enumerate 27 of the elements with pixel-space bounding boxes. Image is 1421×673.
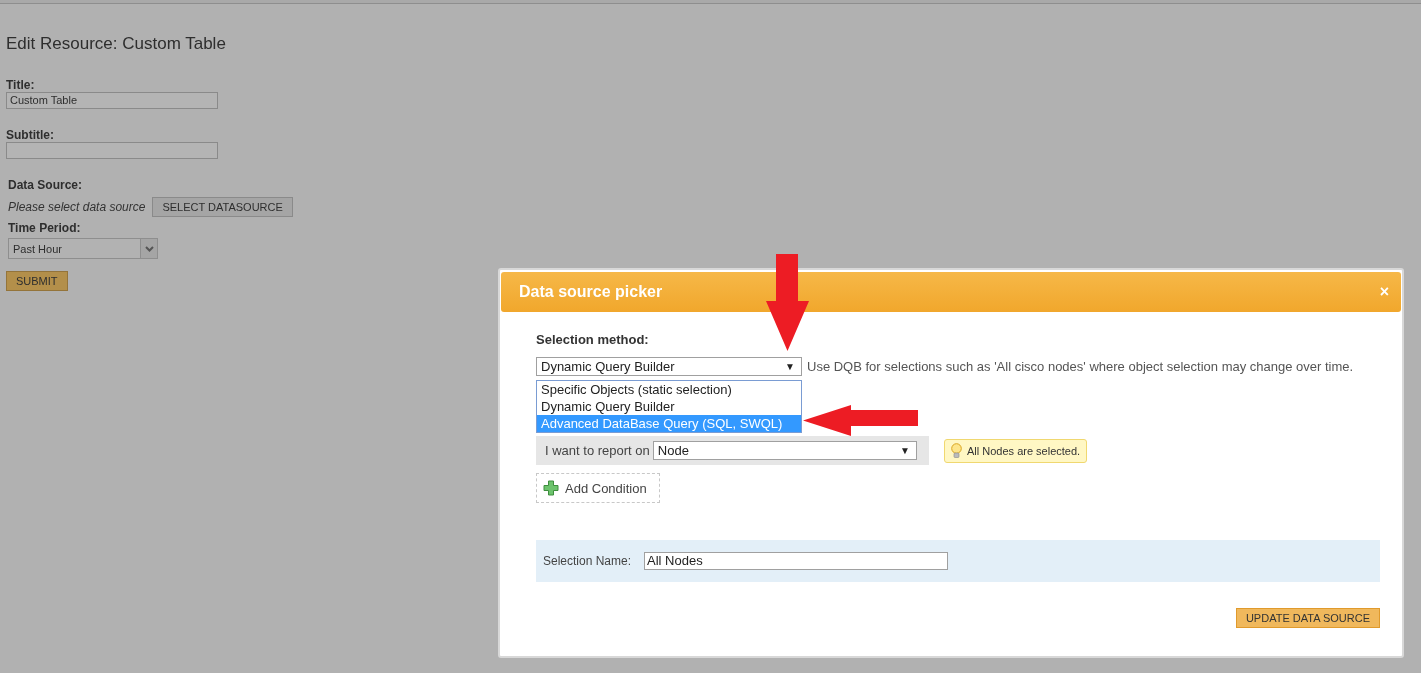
select-datasource-button[interactable]: SELECT DATASOURCE bbox=[152, 197, 293, 217]
field-label: Data Source: bbox=[8, 178, 84, 192]
submit-button[interactable]: SUBMIT bbox=[6, 271, 68, 291]
page-title: Edit Resource: Custom Table bbox=[6, 34, 227, 54]
field-label: I want to report on bbox=[545, 443, 650, 458]
add-condition-button[interactable]: Add Condition bbox=[536, 473, 660, 503]
field-label: Subtitle: bbox=[6, 128, 55, 142]
chevron-icon bbox=[144, 245, 154, 252]
text-field[interactable] bbox=[6, 142, 218, 159]
tip-text: All Nodes are selected. bbox=[967, 444, 1081, 457]
plus-icon bbox=[543, 480, 559, 496]
selection-method-dropdown[interactable]: Dynamic Query Builder ▼ bbox=[536, 357, 802, 376]
update-data-source-button[interactable]: UPDATE DATA SOURCE bbox=[1235, 608, 1380, 628]
dropdown-option[interactable]: Dynamic Query Builder bbox=[537, 398, 801, 415]
selection-name-field[interactable]: All Nodes bbox=[644, 552, 949, 570]
dialog-title: Data source picker bbox=[519, 283, 663, 301]
time-period-dropdown[interactable]: Past Hour bbox=[8, 238, 158, 259]
report-on-dropdown[interactable]: Node ▼ bbox=[652, 441, 917, 460]
field-label: Time Period: bbox=[8, 221, 82, 235]
field-label: Selection method: bbox=[536, 332, 650, 347]
hint-text: Please select data source bbox=[8, 200, 146, 214]
dropdown-option[interactable]: Specific Objects (static selection) bbox=[537, 381, 801, 398]
lightbulb-icon bbox=[951, 442, 962, 459]
text-field[interactable]: Custom Table bbox=[6, 92, 218, 109]
field-label: Selection Name: bbox=[543, 554, 632, 568]
hint-text: Use DQB for selections such as 'All cisco nodes' where object selection may change over time. bbox=[807, 359, 1354, 374]
field-label: Title: bbox=[6, 78, 36, 92]
